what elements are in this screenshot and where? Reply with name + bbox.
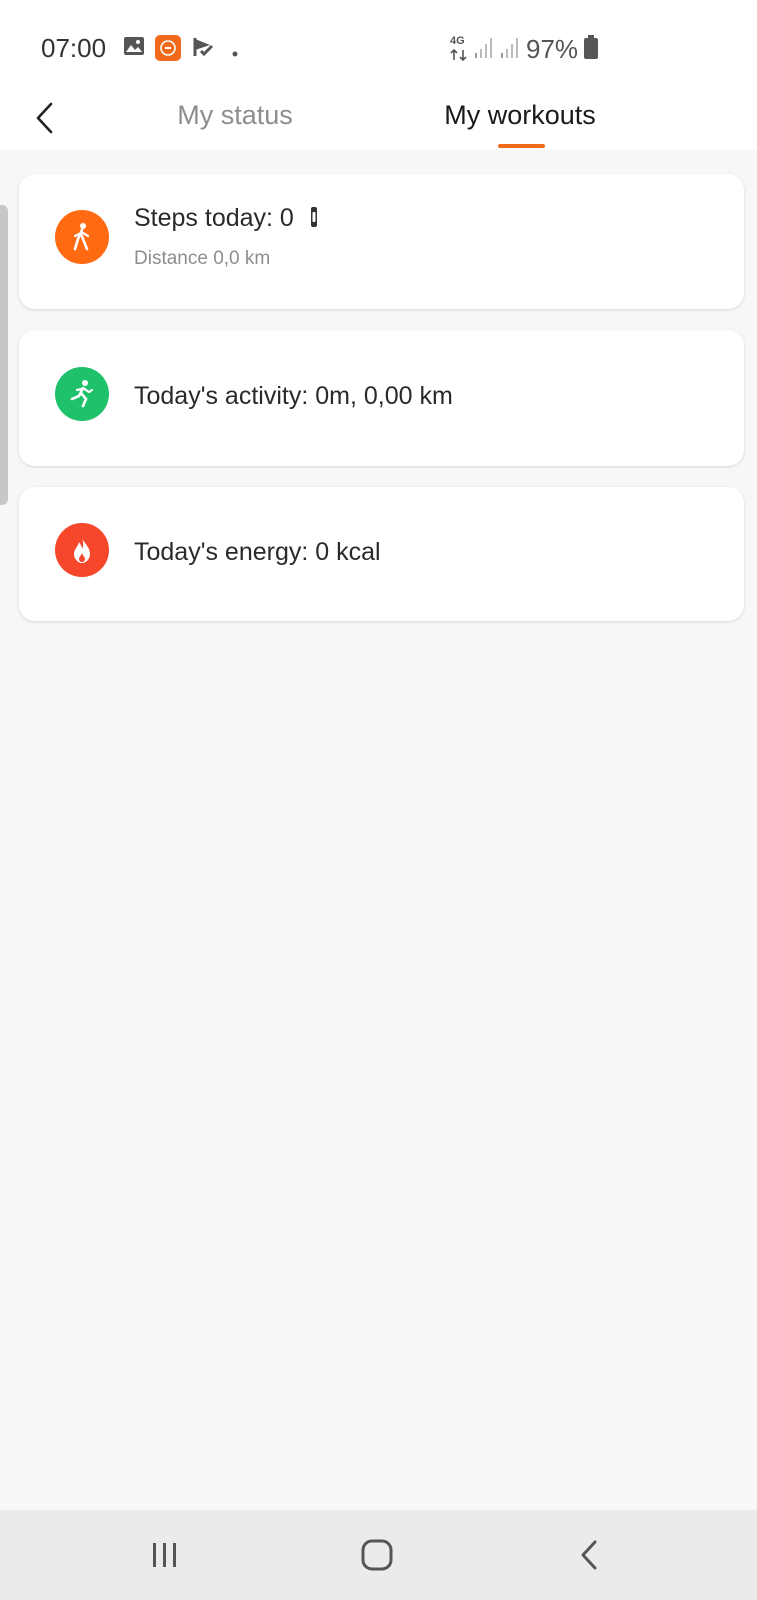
top-tab-header: My status My workouts <box>0 92 757 150</box>
dot-icon <box>232 44 238 62</box>
distance-subtitle: Distance 0,0 km <box>134 248 271 269</box>
activity-card[interactable]: Today's activity: 0m, 0,00 km <box>19 330 744 466</box>
home-button[interactable] <box>347 1528 407 1582</box>
nav-back-button[interactable] <box>560 1528 620 1582</box>
status-time: 07:00 <box>41 33 107 63</box>
walking-icon <box>55 210 109 264</box>
tab-my-workouts[interactable]: My workouts <box>420 92 620 150</box>
flag-check-icon <box>192 36 214 63</box>
energy-title: Today's energy: 0 kcal <box>134 538 381 566</box>
running-icon <box>55 367 109 421</box>
status-bar: 07:00 4G 97% <box>0 0 757 92</box>
steps-title-row: Steps today: 0 <box>134 204 319 234</box>
steps-card[interactable]: Steps today: 0 Distance 0,0 km <box>19 174 744 309</box>
edge-panel-handle[interactable] <box>0 205 8 505</box>
home-icon <box>361 1539 393 1571</box>
band-device-icon <box>309 205 319 234</box>
tab-my-status[interactable]: My status <box>150 92 320 150</box>
signal-icon-2 <box>500 35 520 64</box>
activity-title: Today's activity: 0m, 0,00 km <box>134 382 453 410</box>
energy-card[interactable]: Today's energy: 0 kcal <box>19 487 744 621</box>
active-tab-indicator <box>498 144 545 148</box>
back-button[interactable] <box>26 96 62 140</box>
chevron-left-icon <box>36 102 53 134</box>
status-right-group: 4G 97% <box>450 32 599 66</box>
steps-title: Steps today: 0 <box>134 204 294 232</box>
battery-icon <box>584 34 599 64</box>
tab-label: My workouts <box>444 100 596 130</box>
network-4g-icon: 4G <box>450 35 468 63</box>
back-icon <box>581 1540 597 1570</box>
battery-percent: 97% <box>526 33 579 64</box>
signal-icon <box>474 35 494 64</box>
system-nav-bar <box>0 1510 757 1600</box>
recent-apps-icon <box>153 1543 176 1567</box>
recent-apps-button[interactable] <box>135 1528 195 1582</box>
tab-label: My status <box>177 100 293 130</box>
app-notification-icon <box>155 35 181 66</box>
gallery-icon <box>123 36 145 61</box>
flame-icon <box>55 523 109 577</box>
